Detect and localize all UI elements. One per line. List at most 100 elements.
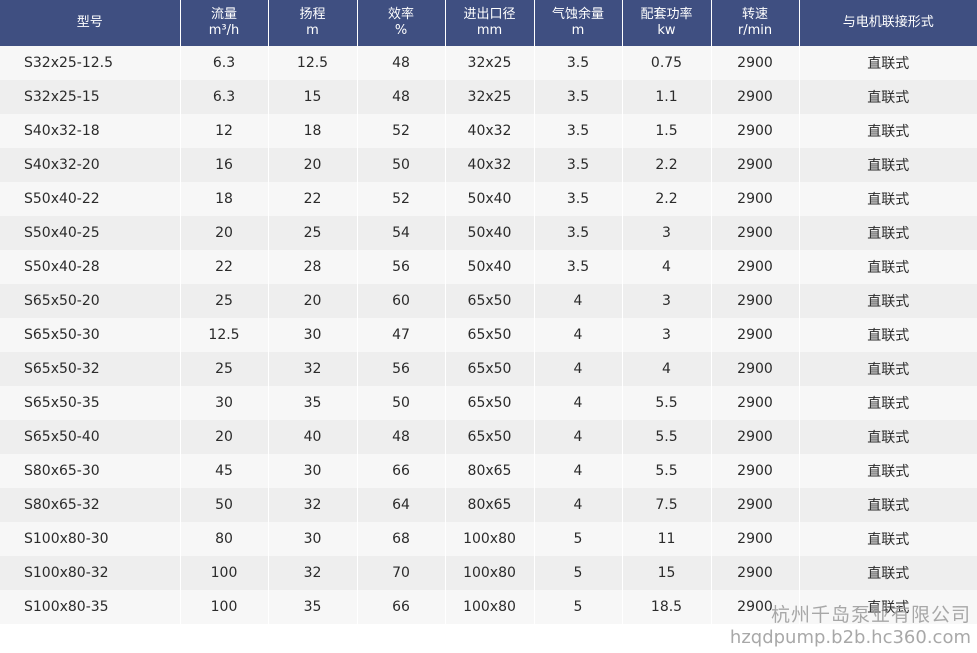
model-cell: S100x80-35 (0, 590, 181, 624)
table-cell: 2900 (711, 182, 800, 216)
table-cell: 3.5 (534, 216, 623, 250)
table-cell: 22 (180, 250, 269, 284)
model-cell: S65x50-40 (0, 420, 181, 454)
table-row: S50x40-28 22 28 56 50x40 3.5 4 2900 直联式 (0, 250, 977, 284)
table-cell: 2900 (711, 148, 800, 182)
model-cell: S50x40-28 (0, 250, 181, 284)
table-header: 型号 流量 m³/h 扬程 m 效率% 进出口径 mm 气蚀余量 m 配套功率 kw 转速 r/min 与电… (0, 0, 977, 46)
table-cell: 4 (534, 284, 623, 318)
table-cell: 54 (357, 216, 446, 250)
table-cell: 3.5 (534, 148, 623, 182)
column-header: 转速 r/min (711, 0, 800, 46)
column-header-unit: m³/h (208, 23, 240, 38)
table-cell: 3.5 (534, 182, 623, 216)
table-cell: 50 (357, 148, 446, 182)
column-header-label: 流量 (210, 7, 237, 22)
table-cell: 20 (268, 284, 358, 318)
table-cell: 直联式 (799, 522, 977, 556)
table-cell: 60 (357, 284, 446, 318)
table-cell: 65x50 (445, 318, 535, 352)
model-cell: S32x25-15 (0, 80, 181, 114)
table-cell: 6.3 (180, 46, 269, 80)
table-cell: 15 (622, 556, 712, 590)
table-cell: 5 (534, 556, 623, 590)
table-cell: 4 (534, 318, 623, 352)
table-cell: 25 (268, 216, 358, 250)
table-cell: 32x25 (445, 46, 535, 80)
table-cell: 11 (622, 522, 712, 556)
table-cell: 2900 (711, 488, 800, 522)
table-cell: 68 (357, 522, 446, 556)
table-cell: 4 (534, 386, 623, 420)
model-cell: S80x65-30 (0, 454, 181, 488)
table-cell: 3.5 (534, 46, 623, 80)
table-cell: 65x50 (445, 420, 535, 454)
table-cell: 12 (180, 114, 269, 148)
table-cell: 直联式 (799, 148, 977, 182)
table-cell: 2.2 (622, 182, 712, 216)
table-cell: 1.5 (622, 114, 712, 148)
table-cell: 4 (622, 250, 712, 284)
table-cell: 直联式 (799, 284, 977, 318)
table-row: S50x40-25 20 25 54 50x40 3.5 3 2900 直联式 (0, 216, 977, 250)
table-cell: 5.5 (622, 386, 712, 420)
column-header: 气蚀余量 m (534, 0, 623, 46)
column-header-unit: m (306, 23, 319, 38)
table-cell: 2900 (711, 216, 800, 250)
table-cell: 3.5 (534, 80, 623, 114)
table-cell: 48 (357, 80, 446, 114)
table-cell: 2900 (711, 454, 800, 488)
table-cell: 20 (180, 216, 269, 250)
table-cell: 直联式 (799, 556, 977, 590)
model-cell: S100x80-32 (0, 556, 181, 590)
table-cell: 52 (357, 114, 446, 148)
table-cell: 直联式 (799, 250, 977, 284)
table-cell: 50x40 (445, 216, 535, 250)
table-cell: 直联式 (799, 318, 977, 352)
table-cell: 100 (180, 590, 269, 624)
table-cell: 18.5 (622, 590, 712, 624)
table-cell: 12.5 (180, 318, 269, 352)
column-header: 进出口径 mm (445, 0, 535, 46)
table-cell: 2900 (711, 590, 800, 624)
table-row: S80x65-32 50 32 64 80x65 4 7.5 2900 直联式 (0, 488, 977, 522)
model-cell: S50x40-22 (0, 182, 181, 216)
table-cell: 32 (268, 556, 358, 590)
table-cell: 直联式 (799, 216, 977, 250)
table-cell: 直联式 (799, 488, 977, 522)
table-row: S65x50-32 25 32 56 65x50 4 4 2900 直联式 (0, 352, 977, 386)
pump-spec-table: 型号 流量 m³/h 扬程 m 效率% 进出口径 mm 气蚀余量 m 配套功率 kw 转速 r/min 与电… (0, 0, 977, 624)
table-cell: 40x32 (445, 114, 535, 148)
table-row: S80x65-30 45 30 66 80x65 4 5.5 2900 直联式 (0, 454, 977, 488)
model-cell: S80x65-32 (0, 488, 181, 522)
table-cell: 2900 (711, 114, 800, 148)
table-cell: 20 (180, 420, 269, 454)
table-cell: 2900 (711, 420, 800, 454)
table-row: S32x25-12.5 6.3 12.5 48 32x25 3.5 0.75 2900 直联式 (0, 46, 977, 80)
column-header-label: 进出口径 (463, 7, 516, 22)
table-cell: 45 (180, 454, 269, 488)
table-cell: 5 (534, 590, 623, 624)
column-header-unit: r/min (737, 23, 773, 38)
table-row: S40x32-18 12 18 52 40x32 3.5 1.5 2900 直联式 (0, 114, 977, 148)
table-cell: 32 (268, 352, 358, 386)
column-header-label: 扬程 (299, 7, 326, 22)
column-header: 效率% (357, 0, 446, 46)
column-header: 扬程 m (268, 0, 358, 46)
table-cell: 48 (357, 420, 446, 454)
table-cell: 18 (268, 114, 358, 148)
table-row: S65x50-35 30 35 50 65x50 4 5.5 2900 直联式 (0, 386, 977, 420)
table-cell: 52 (357, 182, 446, 216)
table-cell: 22 (268, 182, 358, 216)
table-cell: 2900 (711, 46, 800, 80)
model-cell: S40x32-20 (0, 148, 181, 182)
table-cell: 30 (268, 522, 358, 556)
table-cell: 直联式 (799, 454, 977, 488)
table-cell: 30 (268, 318, 358, 352)
table-cell: 16 (180, 148, 269, 182)
table-cell: 5.5 (622, 454, 712, 488)
table-cell: 直联式 (799, 590, 977, 624)
table-cell: 3 (622, 216, 712, 250)
table-cell: 4 (534, 352, 623, 386)
model-cell: S100x80-30 (0, 522, 181, 556)
